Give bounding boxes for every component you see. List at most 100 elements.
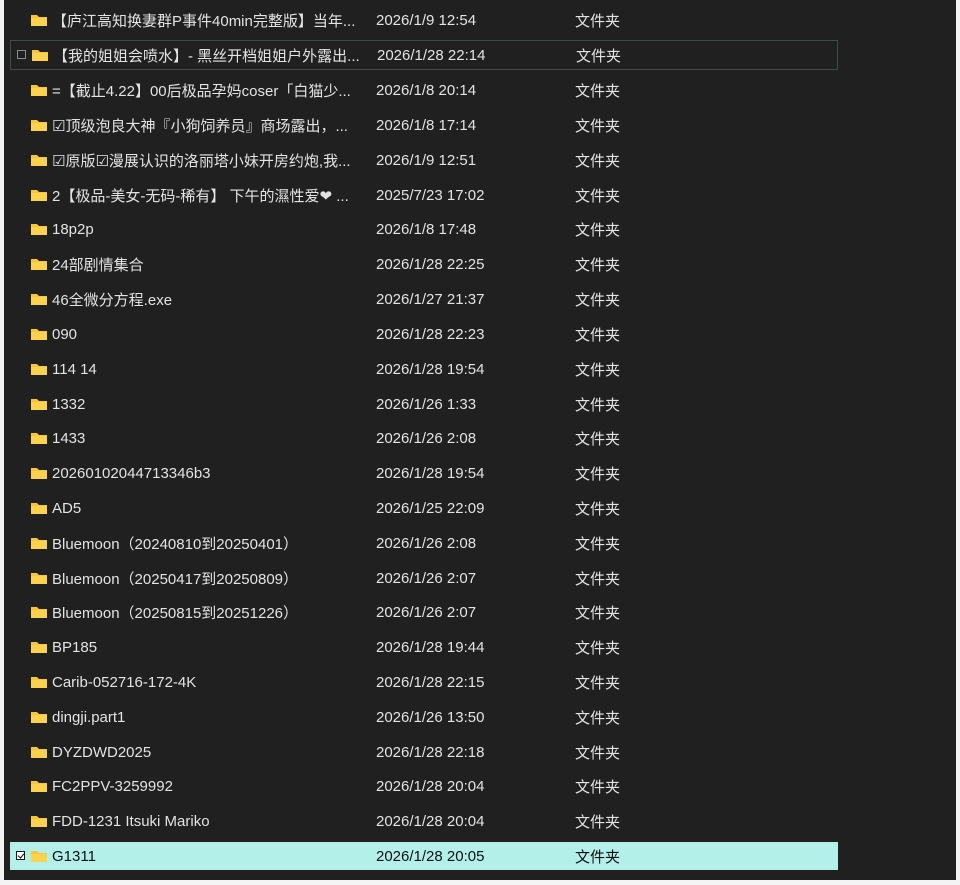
folder-icon	[30, 256, 48, 272]
file-name: AD5	[52, 499, 82, 517]
folder-icon	[30, 778, 48, 794]
file-date-modified: 2026/1/28 22:23	[376, 325, 485, 343]
file-name: 1332	[52, 395, 86, 413]
file-row[interactable]: 20260102044713346b3 2026/1/28 19:54 文件夹	[10, 459, 838, 487]
file-name: 2【极品-美女-无码-稀有】 下午的濕性爱❤ ...	[52, 187, 349, 205]
file-type: 文件夹	[575, 744, 621, 762]
file-date-modified: 2026/1/28 22:14	[377, 46, 486, 64]
file-date-modified: 2026/1/28 20:04	[376, 812, 485, 830]
file-date-modified: 2026/1/28 22:15	[376, 673, 485, 691]
file-type: 文件夹	[575, 813, 621, 831]
file-type: 文件夹	[575, 326, 621, 344]
file-type: 文件夹	[575, 674, 621, 692]
file-row[interactable]: DYZDWD2025 2026/1/28 22:18 文件夹	[10, 738, 838, 766]
file-type: 文件夹	[575, 152, 621, 170]
file-date-modified: 2026/1/26 2:08	[376, 429, 477, 447]
file-row[interactable]: AD5 2026/1/25 22:09 文件夹	[10, 494, 838, 522]
folder-icon	[30, 361, 48, 377]
folder-icon	[30, 396, 48, 412]
file-date-modified: 2026/1/27 21:37	[376, 290, 485, 308]
row-checkbox-checked[interactable]	[16, 851, 25, 860]
file-date-modified: 2026/1/26 1:33	[376, 395, 477, 413]
folder-icon	[30, 848, 48, 864]
folder-icon	[30, 570, 48, 586]
folder-icon	[30, 500, 48, 516]
file-name: FDD-1231 Itsuki Mariko	[52, 812, 210, 830]
file-type: 文件夹	[575, 256, 621, 274]
file-name: dingji.part1	[52, 708, 126, 726]
file-row-focused[interactable]: 【我的姐姐会喷水】- 黑丝开档姐姐户外露出... 2026/1/28 22:14…	[10, 40, 838, 70]
file-type: 文件夹	[575, 778, 621, 796]
file-name: Carib-052716-172-4K	[52, 673, 197, 691]
file-type: 文件夹	[575, 82, 621, 100]
file-name: BP185	[52, 638, 98, 656]
folder-icon	[30, 117, 48, 133]
file-date-modified: 2026/1/28 20:05	[376, 847, 485, 865]
file-name: ☑顶级泡良大神『小狗饲养员』商场露出，...	[52, 117, 348, 135]
file-type: 文件夹	[575, 500, 621, 518]
file-row[interactable]: 46全微分方程.exe 2026/1/27 21:37 文件夹	[10, 285, 838, 313]
file-type: 文件夹	[575, 709, 621, 727]
file-type: 文件夹	[575, 396, 621, 414]
file-row[interactable]: 24部剧情集合 2026/1/28 22:25 文件夹	[10, 250, 838, 278]
file-type: 文件夹	[575, 12, 621, 30]
file-type: 文件夹	[575, 291, 621, 309]
file-row[interactable]: 114 14 2026/1/28 19:54 文件夹	[10, 355, 838, 383]
file-row[interactable]: Bluemoon（20240810到20250401） 2026/1/26 2:…	[10, 529, 838, 557]
file-row[interactable]: Bluemoon（20250417到20250809） 2026/1/26 2:…	[10, 564, 838, 592]
file-row[interactable]: Carib-052716-172-4K 2026/1/28 22:15 文件夹	[10, 668, 838, 696]
file-type: 文件夹	[575, 117, 621, 135]
file-row[interactable]: 18p2p 2026/1/8 17:48 文件夹	[10, 215, 838, 243]
file-name: ☑原版☑漫展认识的洛丽塔小妹开房约炮,我...	[52, 152, 351, 170]
file-date-modified: 2026/1/8 17:48	[376, 220, 477, 238]
file-row[interactable]: dingji.part1 2026/1/26 13:50 文件夹	[10, 703, 838, 731]
folder-icon	[30, 82, 48, 98]
file-date-modified: 2026/1/8 20:14	[376, 81, 477, 99]
file-row[interactable]: 1332 2026/1/26 1:33 文件夹	[10, 390, 838, 418]
folder-icon	[30, 291, 48, 307]
file-date-modified: 2025/7/23 17:02	[376, 186, 485, 204]
file-date-modified: 2026/1/26 13:50	[376, 708, 485, 726]
file-type: 文件夹	[575, 187, 621, 205]
file-row[interactable]: ☑原版☑漫展认识的洛丽塔小妹开房约炮,我... 2026/1/9 12:51 文…	[10, 146, 838, 174]
file-type: 文件夹	[575, 361, 621, 379]
file-name: G1311	[52, 847, 96, 865]
row-checkbox[interactable]	[17, 50, 26, 59]
file-type: 文件夹	[575, 221, 621, 239]
file-date-modified: 2026/1/26 2:07	[376, 569, 477, 587]
file-row[interactable]: BP185 2026/1/28 19:44 文件夹	[10, 633, 838, 661]
file-name: 18p2p	[52, 220, 94, 238]
file-name: =【截止4.22】00后极品孕妈coser「白猫少...	[52, 82, 351, 100]
file-row[interactable]: ☑顶级泡良大神『小狗饲养员』商场露出，... 2026/1/8 17:14 文件…	[10, 111, 838, 139]
file-row[interactable]: 2【极品-美女-无码-稀有】 下午的濕性爱❤ ... 2025/7/23 17:…	[10, 181, 838, 209]
file-name: 20260102044713346b3	[52, 464, 211, 482]
folder-icon	[30, 535, 48, 551]
file-row[interactable]: 090 2026/1/28 22:23 文件夹	[10, 320, 838, 348]
file-name: 46全微分方程.exe	[52, 291, 173, 309]
file-date-modified: 2026/1/25 22:09	[376, 499, 485, 517]
file-row[interactable]: Bluemoon（20250815到20251226） 2026/1/26 2:…	[10, 598, 838, 626]
file-row[interactable]: 【庐江高知换妻群P事件40min完整版】当年... 2026/1/9 12:54…	[10, 6, 838, 34]
file-row[interactable]: =【截止4.22】00后极品孕妈coser「白猫少... 2026/1/8 20…	[10, 76, 838, 104]
file-date-modified: 2026/1/26 2:08	[376, 534, 477, 552]
file-type: 文件夹	[575, 848, 621, 866]
file-row[interactable]: FC2PPV-3259992 2026/1/28 20:04 文件夹	[10, 772, 838, 800]
file-date-modified: 2026/1/28 19:54	[376, 464, 485, 482]
folder-icon	[30, 152, 48, 168]
file-row[interactable]: 1433 2026/1/26 2:08 文件夹	[10, 424, 838, 452]
folder-icon	[30, 709, 48, 725]
file-date-modified: 2026/1/28 22:25	[376, 255, 485, 273]
file-row[interactable]: FDD-1231 Itsuki Mariko 2026/1/28 20:04 文…	[10, 807, 838, 835]
file-type: 文件夹	[575, 639, 621, 657]
folder-icon	[30, 604, 48, 620]
file-date-modified: 2026/1/28 20:04	[376, 777, 485, 795]
folder-icon	[30, 430, 48, 446]
folder-icon	[30, 187, 48, 203]
folder-icon	[30, 465, 48, 481]
file-name: Bluemoon（20250417到20250809）	[52, 570, 299, 588]
file-date-modified: 2026/1/28 19:44	[376, 638, 485, 656]
file-date-modified: 2026/1/26 2:07	[376, 603, 477, 621]
file-type: 文件夹	[576, 47, 622, 65]
file-date-modified: 2026/1/9 12:51	[376, 151, 477, 169]
file-row-selected[interactable]: G1311 2026/1/28 20:05 文件夹	[10, 842, 838, 870]
